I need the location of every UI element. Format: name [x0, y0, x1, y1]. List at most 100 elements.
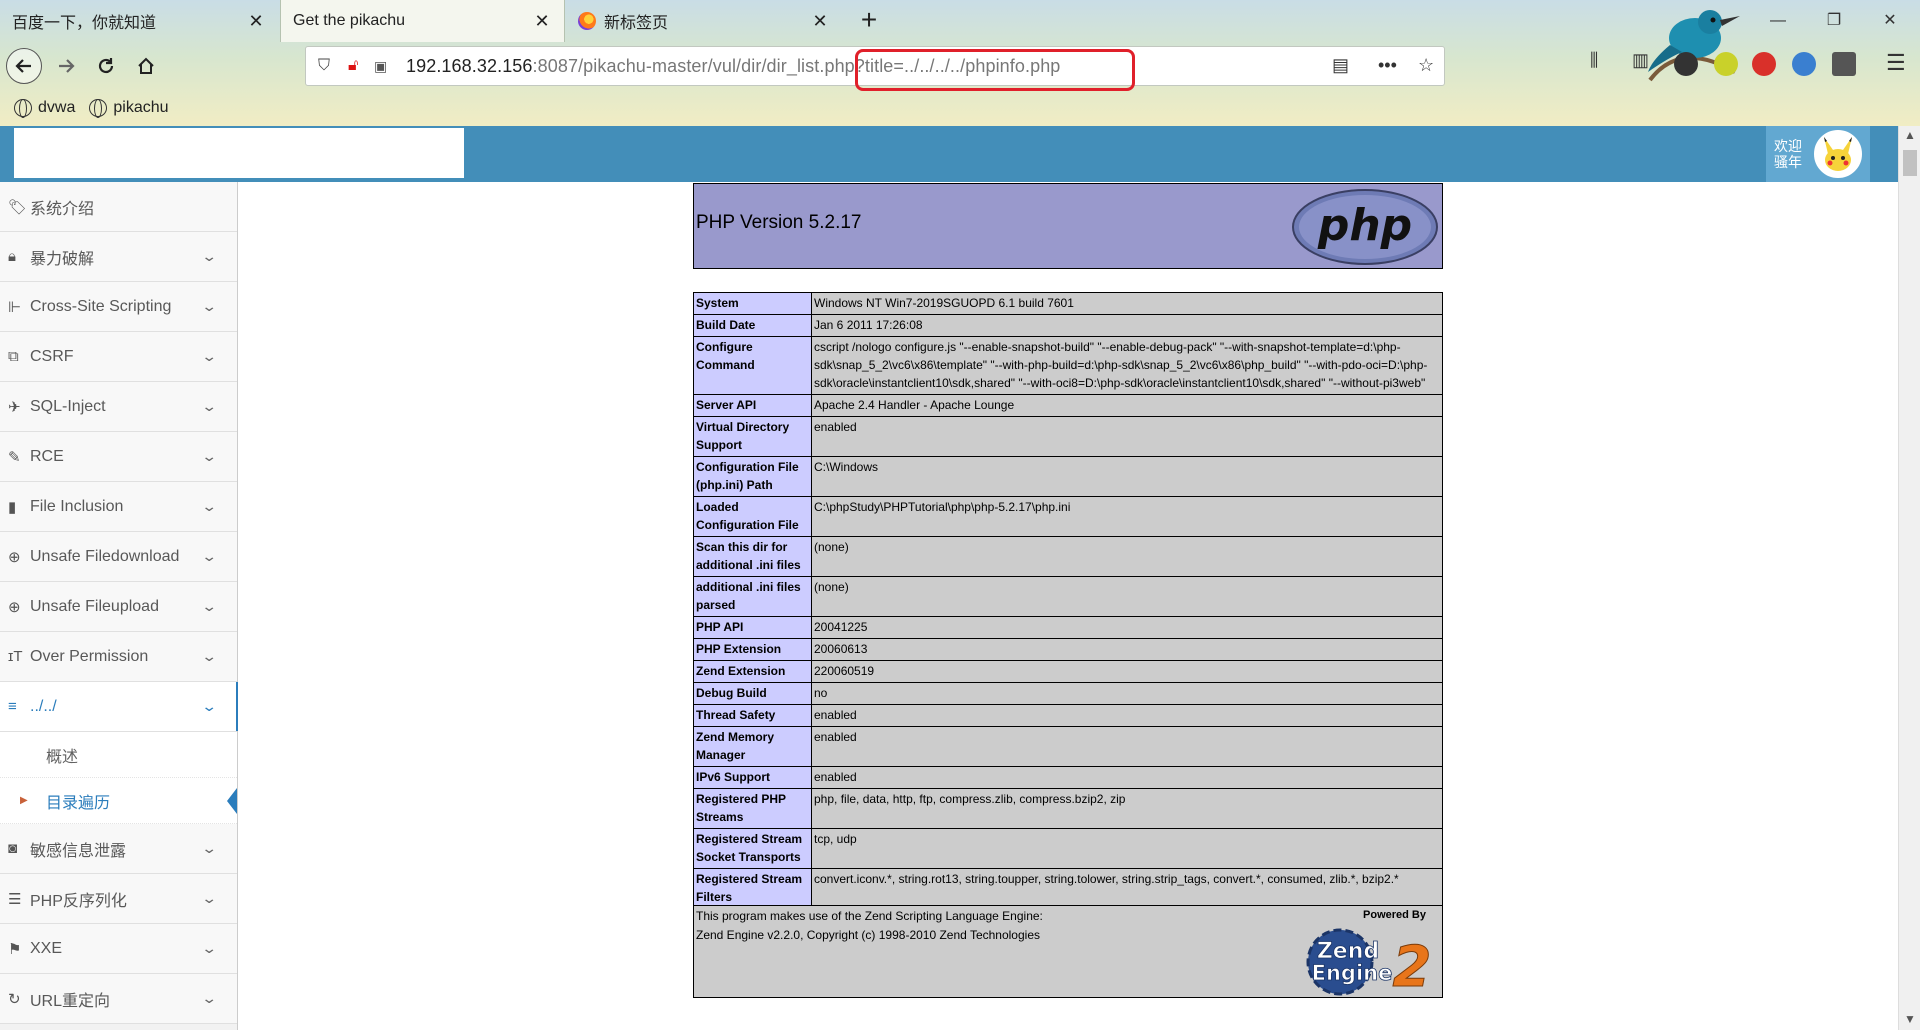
more-dots-icon[interactable]: •••	[1378, 55, 1397, 76]
sidebar-subitem-label: 概述	[46, 748, 79, 766]
block-extension-icon[interactable]	[1752, 52, 1776, 76]
main-content: PHP Version 5.2.17 php System Windows NT …	[238, 182, 1898, 1030]
sidebar-item-label: Unsafe Filedownload	[30, 547, 180, 565]
url-text[interactable]: 192.168.32.156:8087/pikachu-master/vul/d…	[406, 56, 1060, 77]
url-bar[interactable]: ⛉ 🔓︎ ▣ 192.168.32.156:8087/pikachu-maste…	[305, 46, 1445, 86]
close-icon[interactable]: ✕	[246, 11, 266, 32]
phpinfo-value: enabled	[811, 726, 1443, 767]
bookmark-star-icon[interactable]: ☆	[1418, 55, 1434, 76]
sidebar-item-xss[interactable]: ⊩ Cross-Site Scripting ⌄	[0, 282, 237, 332]
phpinfo-row: Server API Apache 2.4 Handler - Apache Lo…	[693, 394, 1443, 417]
sidebar-item-label: 系统介绍	[30, 200, 95, 218]
new-tab-plus-icon[interactable]: +	[852, 4, 886, 38]
scroll-thumb[interactable]	[1903, 150, 1917, 176]
close-icon[interactable]: ✕	[810, 11, 830, 32]
extension-color-icon[interactable]	[1792, 52, 1816, 76]
shield-icon[interactable]: ⛉	[318, 57, 340, 75]
library-icon[interactable]: ⫼	[1590, 50, 1598, 71]
sidebar-item-sqli[interactable]: ✈︎ SQL-Inject ⌄	[0, 382, 237, 432]
phpinfo-row: Build Date Jan 6 2011 17:26:08	[693, 314, 1443, 337]
phpinfo-row: Thread Safety enabled	[693, 704, 1443, 727]
forward-arrow-icon[interactable]	[48, 48, 84, 84]
phpinfo-rows: System Windows NT Win7-2019SGUOPD 6.1 bui…	[693, 292, 1443, 909]
sidebar-toggle-icon[interactable]: ▥	[1632, 50, 1649, 71]
scroll-down-icon[interactable]: ▼	[1899, 1012, 1920, 1026]
scrollbar[interactable]: ▲ ▼	[1898, 126, 1920, 1030]
tab-new[interactable]: 新标签页 ✕	[566, 0, 842, 42]
sidebar-item-file-inclusion[interactable]: ▮ File Inclusion ⌄	[0, 482, 237, 532]
php-logo-text: php	[1317, 200, 1412, 251]
file-icon: ▮	[8, 498, 17, 516]
php-logo-icon[interactable]: php	[1291, 188, 1439, 266]
reader-view-icon[interactable]: ▤	[1332, 55, 1349, 76]
tab-pikachu[interactable]: Get the pikachu ✕	[280, 0, 565, 42]
user-menu[interactable]: 欢迎 骚年	[1766, 126, 1870, 182]
bookmark-pikachu[interactable]: pikachu	[89, 99, 169, 118]
phpinfo-key: Registered PHP Streams	[693, 788, 812, 829]
sidebar-item-bruteforce[interactable]: 🔒︎ 暴力破解 ⌄	[0, 232, 237, 282]
align-left-icon: ≡	[8, 698, 17, 715]
zend-logo-number: 2	[1393, 935, 1432, 996]
sidebar-item-fileupload[interactable]: ⊕ Unsafe Fileupload ⌄	[0, 582, 237, 632]
phpinfo-key: PHP Extension	[693, 638, 812, 661]
phpinfo-value: enabled	[811, 766, 1443, 789]
bookmark-dvwa[interactable]: dvwa	[14, 99, 75, 118]
sidebar-subitem-overview[interactable]: 概述	[0, 732, 237, 778]
sidebar-item-url-redirect[interactable]: ↻ URL重定向 ⌄	[0, 974, 237, 1024]
sidebar-item-label: Over Permission	[30, 647, 149, 665]
text-height-icon: ɪT	[8, 648, 23, 665]
tab-title: 新标签页	[604, 15, 669, 32]
phpinfo-row: Loaded Configuration File C:\phpStudy\PHP…	[693, 496, 1443, 537]
browser-chrome: 百度一下，你就知道 ✕ Get the pikachu ✕ 新标签页 ✕ + —…	[0, 0, 1920, 126]
sidebar-item-csrf[interactable]: ⧉ CSRF ⌄	[0, 332, 237, 382]
phpinfo-key: Registered Stream Filters	[693, 868, 812, 909]
phpinfo-value: tcp, udp	[811, 828, 1443, 869]
caret-right-icon: ▶	[20, 795, 28, 806]
phpinfo-key: Loaded Configuration File	[693, 496, 812, 537]
phpinfo-key: additional .ini files parsed	[693, 576, 812, 617]
selenium-extension-icon[interactable]	[1832, 52, 1856, 76]
minimize-icon[interactable]: —	[1758, 6, 1798, 36]
phpinfo-value: C:\phpStudy\PHPTutorial\php\php-5.2.17\p…	[811, 496, 1443, 537]
tab-baidu[interactable]: 百度一下，你就知道 ✕	[0, 0, 278, 42]
restore-icon[interactable]: ❐	[1814, 6, 1854, 36]
menu-hamburger-icon[interactable]: ☰	[1886, 50, 1906, 76]
phpinfo-value: php, file, data, http, ftp, compress.zli…	[811, 788, 1443, 829]
phpinfo-key: PHP API	[693, 616, 812, 639]
extension-icon[interactable]	[1714, 52, 1738, 76]
insecure-lock-icon[interactable]: 🔓︎	[348, 57, 372, 75]
sidebar-item-infoleak[interactable]: ◙ 敏感信息泄露 ⌄	[0, 824, 237, 874]
close-icon[interactable]: ✕	[532, 11, 552, 32]
close-window-icon[interactable]: ✕	[1870, 6, 1910, 36]
back-arrow-icon[interactable]	[6, 48, 42, 84]
reload-icon[interactable]	[88, 48, 124, 84]
zend-engine-logo-icon[interactable]: Zend Engine 2	[1300, 920, 1440, 996]
account-icon[interactable]	[1674, 52, 1698, 76]
flag-icon: ⚑	[8, 940, 22, 958]
sidebar-item-label: CSRF	[30, 347, 74, 365]
scroll-up-icon[interactable]: ▲	[1899, 128, 1920, 142]
avatar[interactable]	[1814, 130, 1862, 178]
phpinfo-key: Debug Build	[693, 682, 812, 705]
phpinfo-row: Registered Stream Filters convert.iconv.*…	[693, 868, 1443, 909]
chevron-down-icon: ⌄	[201, 398, 218, 414]
navigation-bar: ⛉ 🔓︎ ▣ 192.168.32.156:8087/pikachu-maste…	[0, 42, 1920, 90]
phpinfo-row: PHP Extension 20060613	[693, 638, 1443, 661]
chevron-down-icon: ⌄	[201, 648, 218, 664]
upload-circle-icon: ⊕	[8, 598, 21, 616]
sidebar-item-filedownload[interactable]: ⊕ Unsafe Filedownload ⌄	[0, 532, 237, 582]
sidebar-item-dir-traversal[interactable]: ≡ ../../ ⌄	[0, 682, 239, 732]
permissions-icon[interactable]: ▣	[374, 58, 394, 75]
phpinfo-value: enabled	[811, 704, 1443, 727]
welcome-text: 欢迎 骚年	[1774, 138, 1802, 170]
sidebar-item-intro[interactable]: 🏷︎ 系统介绍	[0, 182, 237, 232]
home-icon[interactable]	[128, 48, 164, 84]
phpinfo-value: 220060519	[811, 660, 1443, 683]
sidebar-item-rce[interactable]: ✎ RCE ⌄	[0, 432, 237, 482]
phpinfo-value: (none)	[811, 576, 1443, 617]
sidebar-item-over-permission[interactable]: ɪT Over Permission ⌄	[0, 632, 237, 682]
sidebar-subitem-dir-list[interactable]: ▶ 目录遍历	[0, 778, 237, 824]
sidebar-item-unserialize[interactable]: ☰ PHP反序列化 ⌄	[0, 874, 237, 924]
url-path: /pikachu-master/vul/dir/dir_list.php?tit…	[578, 55, 1061, 76]
sidebar-item-xxe[interactable]: ⚑ XXE ⌄	[0, 924, 237, 974]
